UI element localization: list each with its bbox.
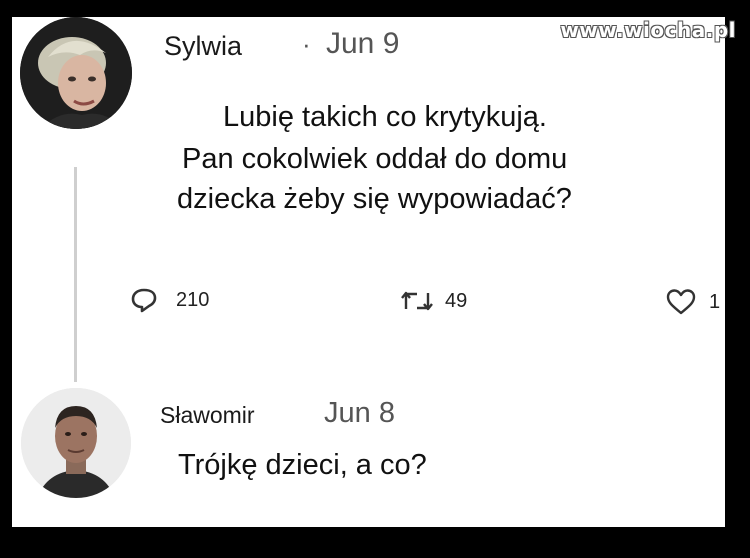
like-count: 1 <box>709 290 721 313</box>
tweet-card: Sylwia · Jun 9 Lubię takich co krytykują… <box>12 17 725 527</box>
avatar-slawomir-image <box>21 388 131 498</box>
avatar-sylwia-image <box>20 17 132 129</box>
tweet-text-line-3: dziecka żeby się wypowiadać? <box>177 183 572 215</box>
reply-count: 210 <box>176 288 210 311</box>
tweet-text-line-2: Pan cokolwiek oddał do domu <box>182 143 568 175</box>
tweet-text-line-1: Lubię takich co krytykują. <box>223 101 547 133</box>
tweet-separator: · <box>302 29 311 59</box>
like-icon <box>666 289 696 315</box>
reply-text: Trójkę dzieci, a co? <box>178 449 427 481</box>
tweet-date[interactable]: Jun 9 <box>326 27 399 61</box>
watermark: www.wiocha.pl <box>560 18 736 42</box>
avatar-slawomir[interactable] <box>21 388 131 498</box>
retweet-icon <box>401 291 433 311</box>
thread-line <box>74 167 77 382</box>
retweet-count: 49 <box>445 289 468 312</box>
retweet-action[interactable]: 49 <box>399 289 467 313</box>
like-action[interactable]: 1 <box>665 288 720 316</box>
reply-icon <box>131 288 157 313</box>
reply-author[interactable]: Sławomir <box>160 402 255 429</box>
tweet-author[interactable]: Sylwia <box>164 31 242 62</box>
reply-action[interactable]: 210 <box>130 287 209 313</box>
reply-date[interactable]: Jun 8 <box>324 397 395 430</box>
avatar-sylwia[interactable] <box>20 17 132 129</box>
